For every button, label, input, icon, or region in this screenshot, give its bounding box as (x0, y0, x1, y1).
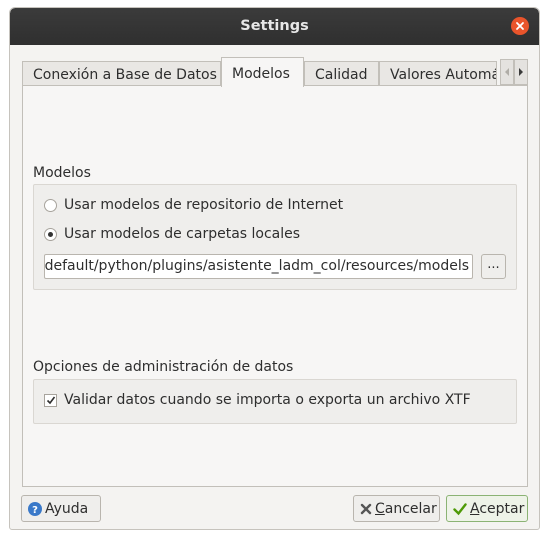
svg-text:?: ? (32, 505, 38, 516)
cancel-label: Cancelar (375, 501, 437, 517)
data-admin-group: Validar datos cuando se importa o export… (33, 379, 517, 424)
radio-button[interactable] (44, 198, 57, 212)
help-button[interactable]: ? Ayuda (21, 495, 101, 522)
chevron-left-icon (505, 68, 509, 76)
radio-internet-repo[interactable]: Usar modelos de repositorio de Internet (44, 195, 343, 215)
radio-button[interactable] (44, 227, 57, 241)
tab-modelos[interactable]: Modelos (221, 57, 304, 87)
models-section-title: Modelos (33, 165, 91, 181)
checkmark-icon (453, 502, 467, 516)
data-admin-section-title: Opciones de administración de datos (33, 359, 294, 375)
close-icon (516, 22, 524, 30)
browse-button[interactable]: ... (481, 254, 506, 279)
validate-xtf-checkbox-row[interactable]: Validar datos cuando se importa o export… (44, 390, 471, 410)
tab-scroll-left-button[interactable] (500, 59, 514, 85)
models-path-input[interactable]: /default/python/plugins/asistente_ladm_c… (44, 254, 473, 279)
validate-xtf-checkbox[interactable] (44, 393, 57, 407)
close-button[interactable] (511, 17, 529, 35)
radio-internet-repo-label: Usar modelos de repositorio de Internet (64, 197, 344, 213)
tab-calidad[interactable]: Calidad (304, 61, 379, 86)
chevron-right-icon (519, 68, 523, 76)
tab-bar: Conexión a Base de Datos Modelos Calidad… (22, 57, 528, 87)
accept-label-rest: ceptar (479, 500, 525, 517)
accept-button[interactable]: Aceptar (446, 495, 528, 522)
settings-dialog: Settings Conexión a Base de Datos Modelo… (9, 7, 540, 530)
help-icon: ? (28, 501, 42, 516)
tab-scroll-right-button[interactable] (514, 59, 528, 85)
title-bar[interactable]: Settings (10, 8, 539, 45)
cancel-mnemonic: C (375, 500, 385, 517)
radio-dot-icon (48, 231, 53, 237)
accept-label: Aceptar (470, 501, 524, 517)
accept-mnemonic: A (470, 500, 480, 517)
help-label: Ayuda (45, 500, 89, 517)
models-path-text: /default/python/plugins/asistente_ladm_c… (44, 258, 469, 274)
models-group: Usar modelos de repositorio de Internet … (33, 184, 517, 290)
checkmark-icon (46, 396, 55, 405)
tab-panel-modelos: Modelos Usar modelos de repositorio de I… (22, 85, 528, 487)
cancel-button[interactable]: Cancelar (353, 495, 440, 522)
validate-xtf-label: Validar datos cuando se importa o export… (64, 392, 471, 408)
radio-local-folders-label: Usar modelos de carpetas locales (64, 226, 301, 242)
cancel-icon (360, 502, 372, 516)
window-title: Settings (240, 18, 309, 34)
tab-conexion[interactable]: Conexión a Base de Datos (22, 61, 221, 86)
tab-valores-automaticos[interactable]: Valores Automáticos (379, 61, 497, 86)
cancel-label-rest: ancelar (384, 500, 437, 517)
radio-local-folders[interactable]: Usar modelos de carpetas locales (44, 224, 300, 244)
